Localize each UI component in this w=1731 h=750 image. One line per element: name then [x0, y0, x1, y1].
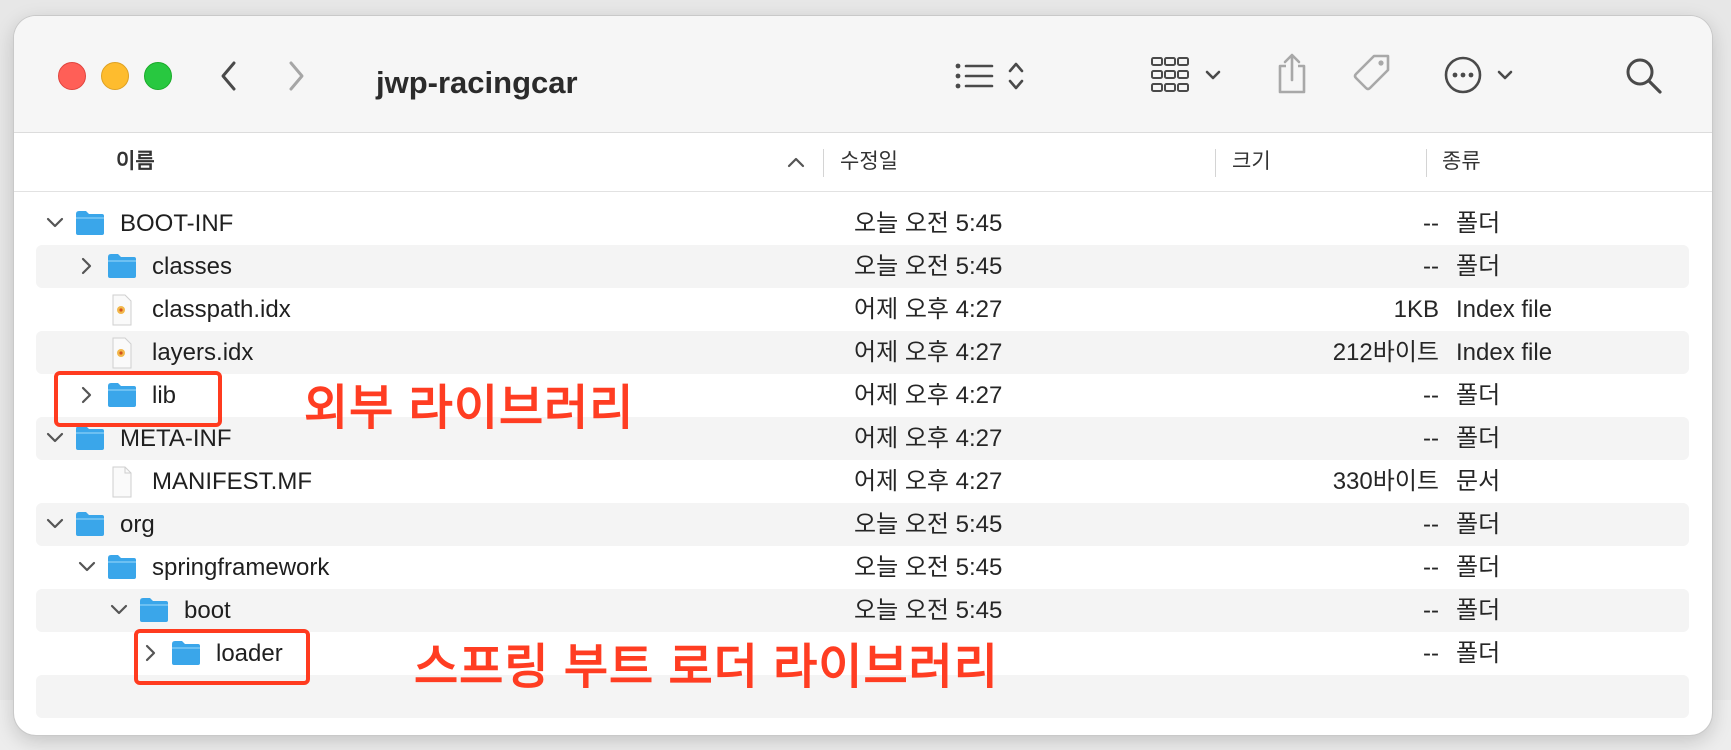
file-date: 오늘 오전 5:45 [854, 554, 1003, 581]
chevron-down-icon[interactable] [46, 427, 64, 449]
file-size: -- [1423, 554, 1439, 581]
folder-icon [76, 426, 104, 450]
column-header: 이름 수정일 크기 종류 [14, 133, 1712, 192]
column-kind[interactable]: 종류 [1442, 133, 1481, 191]
file-kind: 폴더 [1456, 597, 1501, 624]
tag-icon[interactable] [1348, 50, 1396, 98]
file-size: -- [1423, 382, 1439, 409]
file-size: -- [1423, 597, 1439, 624]
column-name[interactable]: 이름 [116, 133, 155, 191]
file-row[interactable]: boot 오늘 오전 5:45 -- 폴더 [36, 589, 1689, 632]
file-kind: 폴더 [1456, 382, 1501, 409]
file-name: classes [152, 253, 233, 280]
document-icon [112, 466, 132, 498]
file-size: 212바이트 [1332, 339, 1439, 366]
file-kind: 폴더 [1456, 511, 1501, 538]
file-date: 어제 오후 4:27 [854, 339, 1003, 366]
file-row[interactable]: BOOT-INF 오늘 오전 5:45 -- 폴더 [36, 202, 1689, 245]
toolbar: jwp-racingcar [14, 16, 1712, 133]
loader-highlight-box [134, 629, 310, 685]
column-separator[interactable] [823, 149, 824, 177]
window-title: jwp-racingcar [376, 65, 578, 100]
file-kind: 폴더 [1456, 640, 1501, 667]
minimize-button[interactable] [101, 62, 129, 90]
file-name: MANIFEST.MF [152, 468, 312, 495]
chevron-down-icon[interactable] [46, 513, 64, 535]
file-date: 오늘 오전 5:45 [854, 253, 1003, 280]
file-name: BOOT-INF [120, 210, 234, 237]
file-row[interactable]: layers.idx 어제 오후 4:27 212바이트 Index file [36, 331, 1689, 374]
file-row[interactable]: springframework 오늘 오전 5:45 -- 폴더 [36, 546, 1689, 589]
file-row[interactable]: classpath.idx 어제 오후 4:27 1KB Index file [36, 288, 1689, 331]
file-row[interactable]: lib 어제 오후 4:27 -- 폴더 [36, 374, 1689, 417]
file-size: 1KB [1393, 296, 1439, 323]
file-kind: 문서 [1456, 468, 1501, 495]
file-date: 어제 오후 4:27 [854, 296, 1003, 323]
column-size[interactable]: 크기 [1232, 133, 1271, 191]
file-size: -- [1423, 425, 1439, 452]
file-date: 어제 오후 4:27 [854, 468, 1003, 495]
file-name: springframework [152, 554, 330, 581]
folder-icon [108, 254, 136, 278]
chevron-right-icon[interactable] [281, 60, 311, 92]
lib-annotation: 외부 라이브러리 [304, 382, 635, 435]
chevron-left-icon[interactable] [214, 60, 244, 92]
chevron-down-icon[interactable] [110, 599, 128, 621]
file-date: 어제 오후 4:27 [854, 425, 1003, 452]
file-kind: 폴더 [1456, 210, 1501, 237]
file-size: -- [1423, 253, 1439, 280]
folder-icon [140, 598, 168, 622]
column-separator[interactable] [1215, 149, 1216, 177]
file-kind: 폴더 [1456, 253, 1501, 280]
grid-view-icon[interactable] [1150, 54, 1230, 96]
index-file-icon [112, 294, 132, 326]
file-date: 오늘 오전 5:45 [854, 210, 1003, 237]
file-kind: Index file [1456, 296, 1553, 323]
column-modified[interactable]: 수정일 [840, 133, 898, 191]
loader-annotation: 스프링 부트 로더 라이브러리 [414, 641, 999, 694]
file-date: 오늘 오전 5:45 [854, 511, 1003, 538]
file-name: org [120, 511, 155, 538]
file-name: layers.idx [152, 339, 254, 366]
search-icon[interactable] [1624, 56, 1664, 96]
more-icon[interactable] [1444, 54, 1520, 96]
file-name: boot [184, 597, 231, 624]
file-kind: 폴더 [1456, 554, 1501, 581]
lib-highlight-box [54, 371, 222, 427]
file-name: classpath.idx [152, 296, 291, 323]
column-separator[interactable] [1426, 149, 1427, 177]
list-view-icon[interactable] [954, 58, 1036, 94]
file-kind: Index file [1456, 339, 1553, 366]
file-row[interactable]: classes 오늘 오전 5:45 -- 폴더 [36, 245, 1689, 288]
file-date: 어제 오후 4:27 [854, 382, 1003, 409]
folder-icon [108, 555, 136, 579]
file-size: -- [1423, 210, 1439, 237]
index-file-icon [112, 337, 132, 369]
chevron-down-icon[interactable] [46, 212, 64, 234]
file-kind: 폴더 [1456, 425, 1501, 452]
sort-ascending-icon[interactable] [786, 153, 806, 171]
file-row[interactable]: MANIFEST.MF 어제 오후 4:27 330바이트 문서 [36, 460, 1689, 503]
close-button[interactable] [58, 62, 86, 90]
chevron-down-icon[interactable] [78, 556, 96, 578]
zoom-button[interactable] [144, 62, 172, 90]
folder-icon [76, 211, 104, 235]
finder-window: jwp-racingcar 이름 수정일 크기 종류 BOOT-INF 오늘 오… [14, 16, 1712, 735]
file-date: 오늘 오전 5:45 [854, 597, 1003, 624]
share-icon[interactable] [1272, 50, 1312, 98]
file-row[interactable]: META-INF 어제 오후 4:27 -- 폴더 [36, 417, 1689, 460]
file-size: -- [1423, 640, 1439, 667]
file-size: 330바이트 [1332, 468, 1439, 495]
folder-icon [76, 512, 104, 536]
file-row[interactable]: org 오늘 오전 5:45 -- 폴더 [36, 503, 1689, 546]
chevron-right-icon[interactable] [78, 255, 96, 277]
file-size: -- [1423, 511, 1439, 538]
